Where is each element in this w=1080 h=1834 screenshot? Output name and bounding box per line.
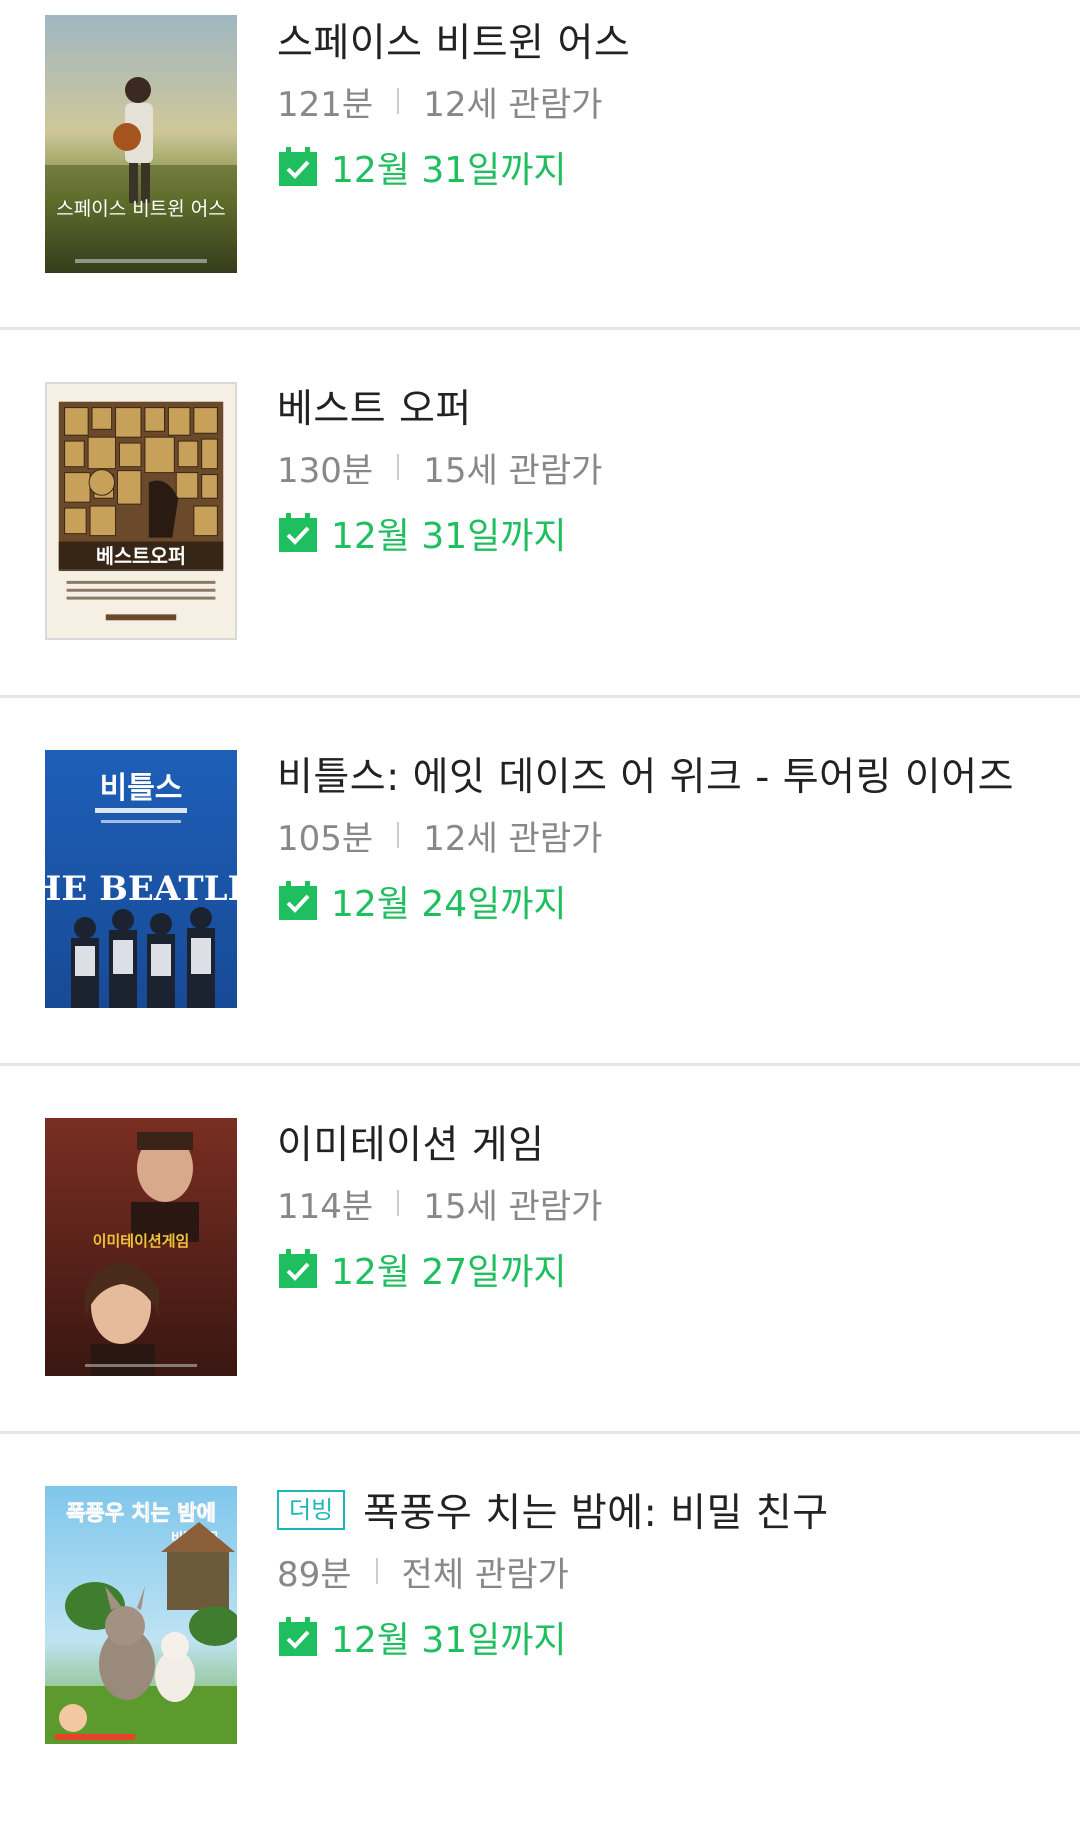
- movie-poster[interactable]: 스페이스 비트윈 어스: [45, 15, 237, 273]
- movie-poster[interactable]: 이미테이션게임: [45, 1118, 237, 1376]
- poster-band-text: THE BEATLES: [45, 869, 237, 909]
- meta-divider: [397, 822, 400, 848]
- calendar-check-icon: [279, 1249, 317, 1288]
- movie-item[interactable]: 스페이스 비트윈 어스 스페이스 비트윈 어스 121분 12세 관람가 12월…: [0, 0, 1080, 330]
- screening-until-text: 12월 31일까지: [331, 150, 567, 191]
- movie-poster[interactable]: 비틀스 THE BEATLES: [45, 750, 237, 1008]
- poster-title-text: 스페이스 비트윈 어스: [56, 198, 225, 220]
- poster-image: 베스트오퍼: [47, 384, 235, 638]
- screening-until-text: 12월 27일까지: [331, 1252, 567, 1293]
- movie-title[interactable]: 폭풍우 치는 밤에: 비밀 친구: [363, 1482, 828, 1538]
- movie-info: 비틀스: 에잇 데이즈 어 위크 - 투어링 이어즈 105분 12세 관람가 …: [277, 748, 1040, 926]
- poster-image: 비틀스 THE BEATLES: [45, 750, 237, 1008]
- title-row: 이미테이션 게임: [277, 1116, 1040, 1168]
- movie-title[interactable]: 이미테이션 게임: [277, 1114, 545, 1170]
- screening-until-text: 12월 31일까지: [331, 516, 567, 557]
- movie-runtime: 114분: [277, 1186, 374, 1227]
- movie-runtime: 130분: [277, 450, 374, 491]
- title-row: 더빙 폭풍우 치는 밤에: 비밀 친구: [277, 1484, 1040, 1536]
- screening-until-text: 12월 31일까지: [331, 1620, 567, 1661]
- movie-item[interactable]: 이미테이션게임 이미테이션 게임 114분 15세 관람가 12월 27일까지: [0, 1066, 1080, 1434]
- movie-info: 더빙 폭풍우 치는 밤에: 비밀 친구 89분 전체 관람가 12월 31일까지: [277, 1484, 1040, 1662]
- movie-rating: 12세 관람가: [423, 818, 603, 859]
- movie-item[interactable]: 비틀스 THE BEATLES 비틀스: 에잇 데이즈 어 위크 - 투어링 이: [0, 698, 1080, 1066]
- calendar-check-icon: [279, 1617, 317, 1656]
- movie-title[interactable]: 스페이스 비트윈 어스: [277, 12, 630, 68]
- movie-meta: 130분 15세 관람가: [277, 444, 1040, 491]
- poster-title-text: 비틀스: [100, 771, 183, 806]
- screening-until: 12월 27일까지: [277, 1244, 1040, 1294]
- movie-meta: 105분 12세 관람가: [277, 812, 1040, 859]
- movie-rating: 15세 관람가: [423, 1186, 603, 1227]
- movie-poster[interactable]: 베스트오퍼: [45, 382, 237, 640]
- poster-title-text: 이미테이션게임: [93, 1232, 190, 1250]
- movie-rating: 전체 관람가: [401, 1554, 569, 1595]
- calendar-check-icon: [279, 513, 317, 552]
- poster-title-text: 베스트오퍼: [96, 545, 186, 568]
- movie-info: 스페이스 비트윈 어스 121분 12세 관람가 12월 31일까지: [277, 14, 1040, 192]
- poster-image: 폭풍우 치는 밤에 비밀친구: [45, 1486, 237, 1744]
- poster-title-text: 폭풍우 치는 밤에: [66, 1501, 216, 1525]
- movie-info: 이미테이션 게임 114분 15세 관람가 12월 27일까지: [277, 1116, 1040, 1294]
- movie-rating: 15세 관람가: [423, 450, 603, 491]
- meta-divider: [397, 454, 400, 480]
- movie-item[interactable]: 폭풍우 치는 밤에 비밀친구 더빙 폭풍우 치는 밤에: 비밀 친구: [0, 1434, 1080, 1834]
- movie-meta: 114분 15세 관람가: [277, 1180, 1040, 1227]
- movie-meta: 121분 12세 관람가: [277, 78, 1040, 125]
- screening-until-text: 12월 24일까지: [331, 884, 567, 925]
- calendar-check-icon: [279, 147, 317, 186]
- meta-divider: [397, 88, 400, 114]
- movie-title[interactable]: 비틀스: 에잇 데이즈 어 위크 - 투어링 이어즈: [277, 746, 1014, 802]
- movie-item[interactable]: 베스트오퍼 베스트 오퍼 130분 15세 관람가 12월 31일까지: [0, 330, 1080, 698]
- dubbed-badge: 더빙: [277, 1490, 346, 1530]
- movie-meta: 89분 전체 관람가: [277, 1548, 1040, 1595]
- movie-info: 베스트 오퍼 130분 15세 관람가 12월 31일까지: [277, 380, 1040, 558]
- poster-image: 스페이스 비트윈 어스: [45, 15, 237, 273]
- movie-title[interactable]: 베스트 오퍼: [277, 378, 472, 434]
- screening-until: 12월 31일까지: [277, 142, 1040, 192]
- title-row: 베스트 오퍼: [277, 380, 1040, 432]
- screening-until: 12월 24일까지: [277, 876, 1040, 926]
- poster-image: 이미테이션게임: [45, 1118, 237, 1376]
- screening-until: 12월 31일까지: [277, 508, 1040, 558]
- movie-runtime: 89분: [277, 1554, 352, 1595]
- screening-until: 12월 31일까지: [277, 1612, 1040, 1662]
- movie-poster[interactable]: 폭풍우 치는 밤에 비밀친구: [45, 1486, 237, 1744]
- movie-runtime: 121분: [277, 84, 374, 125]
- meta-divider: [375, 1558, 378, 1584]
- movie-runtime: 105분: [277, 818, 374, 859]
- meta-divider: [397, 1190, 400, 1216]
- title-row: 스페이스 비트윈 어스: [277, 14, 1040, 66]
- title-row: 비틀스: 에잇 데이즈 어 위크 - 투어링 이어즈: [277, 748, 1040, 800]
- movie-rating: 12세 관람가: [423, 84, 603, 125]
- movie-list: 스페이스 비트윈 어스 스페이스 비트윈 어스 121분 12세 관람가 12월…: [0, 0, 1080, 1834]
- calendar-check-icon: [279, 881, 317, 920]
